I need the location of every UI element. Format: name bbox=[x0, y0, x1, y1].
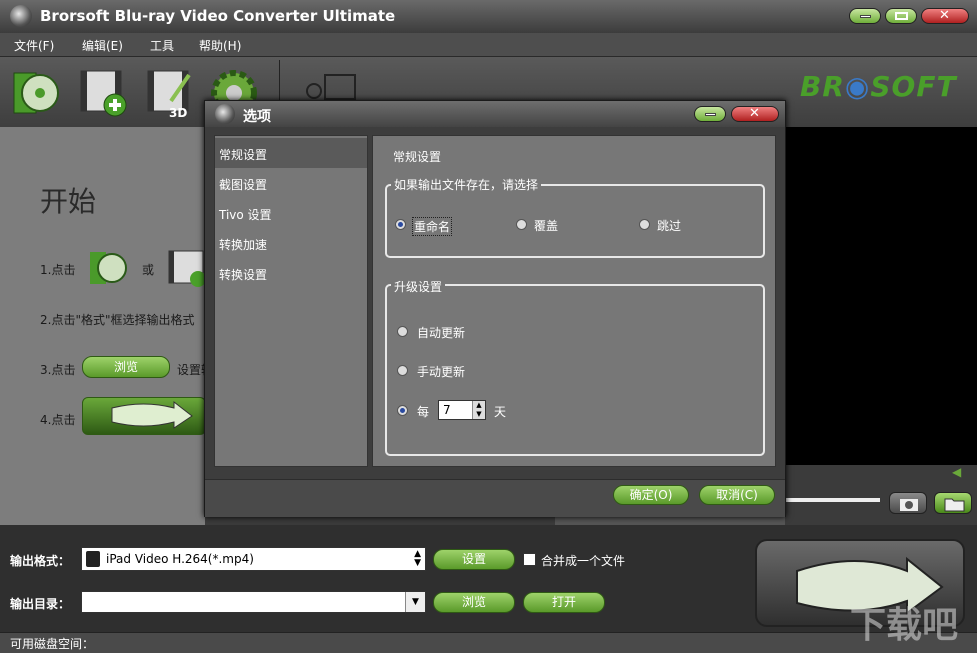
format-value: iPad Video H.264(*.mp4) bbox=[106, 552, 254, 566]
close-icon: ✕ bbox=[749, 106, 760, 121]
preview-screen bbox=[785, 127, 977, 465]
update-legend: 升级设置 bbox=[391, 278, 446, 295]
format-label: 输出格式： bbox=[10, 554, 71, 568]
every-days-radio[interactable] bbox=[397, 405, 408, 416]
menu-file[interactable]: 文件(F) bbox=[14, 37, 54, 54]
volume-icon[interactable]: ◀ bbox=[952, 465, 968, 479]
days-stepper[interactable]: 7 ▲ ▼ bbox=[438, 400, 486, 420]
nav-acceleration[interactable]: 转换加速 bbox=[215, 228, 367, 258]
skip-label[interactable]: 跳过 bbox=[657, 217, 681, 234]
start-heading: 开始 bbox=[40, 185, 97, 218]
folder-icon bbox=[944, 498, 965, 512]
dir-label: 输出目录： bbox=[10, 597, 71, 611]
snapshot-button[interactable] bbox=[889, 492, 927, 514]
step1-or: 或 bbox=[142, 263, 155, 277]
menu-bar bbox=[0, 33, 977, 57]
menu-tools[interactable]: 工具 bbox=[150, 37, 174, 54]
menu-help[interactable]: 帮助(H) bbox=[199, 37, 241, 54]
status-bar bbox=[0, 632, 977, 653]
brorsoft-logo: BR◉SOFT bbox=[800, 70, 957, 103]
every-label: 每 bbox=[417, 405, 430, 419]
convert-arrow-icon bbox=[111, 400, 193, 429]
rename-label[interactable]: 重命名 bbox=[412, 217, 453, 236]
camera-icon bbox=[900, 499, 918, 511]
days-value: 7 bbox=[443, 403, 451, 417]
days-unit: 天 bbox=[494, 405, 507, 419]
dialog-footer bbox=[205, 479, 785, 517]
open-folder-button[interactable] bbox=[934, 492, 972, 514]
nav-tivo[interactable]: Tivo 设置 bbox=[215, 198, 367, 228]
minimize-button[interactable] bbox=[849, 8, 881, 24]
general-settings-panel: 常规设置 如果输出文件存在，请选择 重命名 覆盖 跳过 升级设置 自动更新 手动… bbox=[372, 135, 776, 467]
step4-text: 4.点击 bbox=[40, 413, 76, 427]
app-title: Brorsoft Blu-ray Video Converter Ultimat… bbox=[40, 7, 396, 25]
stepper-down-icon[interactable]: ▼ bbox=[472, 410, 485, 419]
file-exists-legend: 如果输出文件存在，请选择 bbox=[391, 176, 542, 193]
browse-button[interactable]: 浏览 bbox=[433, 592, 515, 613]
load-disc-icon[interactable] bbox=[10, 67, 62, 119]
app-logo-icon bbox=[10, 5, 32, 27]
overwrite-radio[interactable] bbox=[516, 219, 527, 230]
stepper-up-icon[interactable]: ▲ bbox=[472, 401, 485, 410]
step3-browse-button[interactable]: 浏览 bbox=[82, 356, 170, 378]
section-title: 常规设置 bbox=[393, 150, 442, 164]
close-button[interactable]: ✕ bbox=[921, 8, 969, 24]
cancel-button[interactable]: 取消(C) bbox=[699, 485, 775, 505]
output-dir-input[interactable]: ▼ bbox=[81, 591, 426, 613]
svg-text:3D: 3D bbox=[169, 106, 187, 119]
snapshot-icon[interactable] bbox=[305, 73, 357, 103]
seek-slider[interactable] bbox=[785, 498, 880, 502]
nav-general[interactable]: 常规设置 bbox=[215, 138, 367, 168]
options-dialog: 选项 ✕ 常规设置 截图设置 Tivo 设置 转换加速 转换设置 常规设置 如果… bbox=[204, 100, 786, 517]
updown-icon: ▲ ▼ bbox=[414, 549, 421, 568]
dialog-shadow-strip bbox=[555, 516, 785, 525]
merge-checkbox[interactable] bbox=[523, 553, 536, 566]
dialog-minimize-button[interactable] bbox=[694, 106, 726, 122]
step1-text: 1.点击 bbox=[40, 263, 76, 277]
add-video-icon[interactable] bbox=[168, 249, 206, 287]
edit-3d-icon[interactable]: 3D bbox=[145, 67, 197, 120]
auto-update-label[interactable]: 自动更新 bbox=[417, 324, 465, 341]
options-nav: 常规设置 截图设置 Tivo 设置 转换加速 转换设置 bbox=[214, 135, 368, 467]
ipad-icon bbox=[86, 551, 100, 567]
rename-radio[interactable] bbox=[395, 219, 406, 230]
nav-conversion[interactable]: 转换设置 bbox=[215, 258, 367, 288]
dialog-title: 选项 bbox=[243, 109, 271, 125]
overwrite-label[interactable]: 覆盖 bbox=[534, 217, 558, 234]
step2-text: 2.点击"格式"框选择输出格式 bbox=[40, 313, 195, 327]
skip-radio[interactable] bbox=[639, 219, 650, 230]
open-button[interactable]: 打开 bbox=[523, 592, 605, 613]
dialog-app-icon bbox=[215, 104, 235, 124]
manual-update-label[interactable]: 手动更新 bbox=[417, 363, 465, 380]
nav-screenshot[interactable]: 截图设置 bbox=[215, 168, 367, 198]
load-disc-icon[interactable] bbox=[88, 250, 130, 286]
format-select[interactable]: iPad Video H.264(*.mp4) ▲ ▼ bbox=[81, 547, 426, 571]
menu-edit[interactable]: 编辑(E) bbox=[82, 37, 123, 54]
maximize-button[interactable] bbox=[885, 8, 917, 24]
format-settings-button[interactable]: 设置 bbox=[433, 549, 515, 570]
dialog-close-button[interactable]: ✕ bbox=[731, 106, 779, 122]
step3-text: 3.点击 bbox=[40, 363, 76, 377]
ok-button[interactable]: 确定(O) bbox=[613, 485, 689, 505]
manual-update-radio[interactable] bbox=[397, 365, 408, 376]
disk-space-label: 可用磁盘空间： bbox=[10, 637, 95, 651]
chevron-down-icon[interactable]: ▼ bbox=[405, 592, 425, 612]
auto-update-radio[interactable] bbox=[397, 326, 408, 337]
merge-label[interactable]: 合并成一个文件 bbox=[541, 552, 625, 569]
close-icon: ✕ bbox=[939, 8, 950, 23]
convert-button-small[interactable] bbox=[82, 397, 206, 435]
watermark: 下载吧 bbox=[850, 605, 959, 646]
add-video-icon[interactable] bbox=[78, 67, 130, 119]
